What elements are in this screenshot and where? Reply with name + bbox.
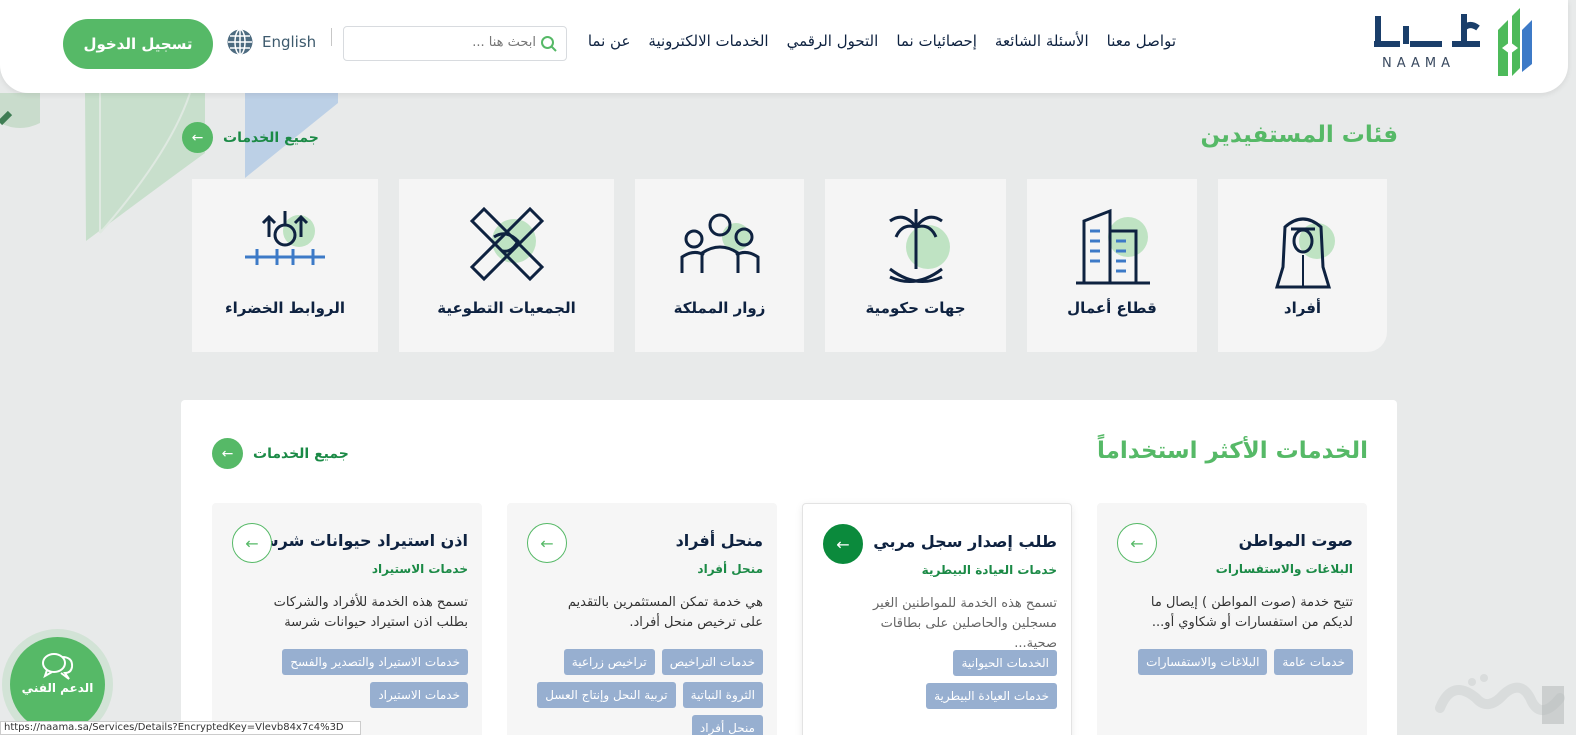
- category-government[interactable]: جهات حكومية: [825, 179, 1006, 352]
- search-input[interactable]: [356, 35, 536, 50]
- beneficiaries-title: فئات المستفيدين: [1200, 122, 1399, 148]
- nav-item-digital-transformation[interactable]: التحول الرقمي: [787, 32, 879, 50]
- service-tags: الخدمات الحيوانية خدمات العيادة البيطرية: [897, 650, 1057, 709]
- service-tags: خدمات التراخيص تراخيص زراعية الثروة النب…: [523, 649, 763, 735]
- service-tag[interactable]: تربية النحل وإنتاج العسل: [537, 682, 676, 708]
- language-label: English: [262, 33, 317, 51]
- service-card-individual-apiary[interactable]: منحل أفراد منحل أفراد هي خدمة تمكن المست…: [507, 503, 777, 735]
- service-tag[interactable]: خدمات العيادة البيطرية: [926, 683, 1057, 709]
- arrow-left-icon[interactable]: ←: [527, 523, 567, 563]
- service-description: تسمح هذه الخدمة للأفراد والشركات بطلب اذ…: [273, 595, 468, 630]
- watermark-logo: [1435, 674, 1565, 724]
- all-services-link[interactable]: جميع الخدمات ←: [182, 122, 319, 153]
- service-title: منحل أفراد: [675, 531, 763, 550]
- login-button[interactable]: تسجيل الدخول: [63, 19, 213, 69]
- most-used-title: الخدمات الأكثر استخداماً: [1097, 438, 1368, 464]
- service-subtitle: خدمات العيادة البيطرية: [921, 563, 1057, 577]
- service-tag[interactable]: خدمات الاستيراد: [370, 682, 468, 708]
- service-title: اذن استيراد حيوانات شرسة: [253, 531, 468, 550]
- support-label: الدعم الفني: [21, 681, 94, 695]
- service-tag[interactable]: الخدمات الحيوانية: [953, 650, 1057, 676]
- globe-icon: [227, 28, 253, 56]
- service-card-import-dangerous-animals[interactable]: اذن استيراد حيوانات شرسة خدمات الاستيراد…: [212, 503, 482, 735]
- arrow-left-icon[interactable]: ←: [232, 523, 272, 563]
- nav-item-contact[interactable]: تواصل معنا: [1107, 32, 1176, 50]
- service-tag[interactable]: خدمات التراخيص: [661, 649, 763, 675]
- category-label: الروابط الخضراء: [225, 299, 345, 317]
- category-volunteer-associations[interactable]: الجمعيات التطوعية: [399, 179, 614, 352]
- hands-together-icon: [469, 207, 544, 282]
- service-tag[interactable]: منحل أفراد: [691, 715, 763, 735]
- service-description: تتيح خدمة (صوت المواطن ) إيصال ما لديكم …: [1150, 595, 1353, 630]
- service-title: صوت المواطن: [1238, 531, 1353, 550]
- category-label: أفراد: [1283, 299, 1322, 317]
- category-individuals[interactable]: أفراد: [1218, 179, 1387, 352]
- category-label: الجمعيات التطوعية: [437, 299, 576, 317]
- service-card-breeder-record[interactable]: طلب إصدار سجل مربي خدمات العيادة البيطري…: [802, 503, 1072, 735]
- arrow-left-icon[interactable]: ←: [823, 524, 863, 564]
- technical-support-button[interactable]: الدعم الفني: [10, 637, 105, 732]
- service-subtitle: البلاغات والاستفسارات: [1215, 562, 1353, 576]
- arrow-left-icon[interactable]: ←: [1117, 523, 1157, 563]
- chat-bubbles-icon: [42, 653, 74, 680]
- all-services-link[interactable]: جميع الخدمات ←: [212, 438, 349, 469]
- search-icon[interactable]: [540, 35, 558, 53]
- people-group-icon: [680, 213, 759, 273]
- service-tag[interactable]: تراخيص زراعية: [563, 649, 655, 675]
- building-icon: [1076, 208, 1150, 285]
- service-tag[interactable]: الثروة النباتية: [682, 682, 763, 708]
- top-header: NAAMA عن نما الخدمات الالكترونية التحول …: [0, 0, 1568, 93]
- service-subtitle: منحل أفراد: [697, 562, 763, 576]
- service-tag[interactable]: خدمات الاستيراد والتصدير والفسح: [282, 649, 468, 675]
- logo-wordmark: NAAMA: [1382, 56, 1455, 71]
- nav-item-e-services[interactable]: الخدمات الالكترونية: [648, 32, 768, 50]
- all-services-label: جميع الخدمات: [223, 129, 319, 146]
- category-business[interactable]: قطاع أعمال: [1027, 179, 1197, 352]
- category-green-associations[interactable]: الروابط الخضراء: [192, 179, 378, 352]
- service-tag[interactable]: خدمات عامة: [1274, 649, 1353, 675]
- category-visitors[interactable]: زوار المملكة: [635, 179, 804, 352]
- category-label: قطاع أعمال: [1067, 299, 1157, 317]
- service-tags: خدمات الاستيراد والتصدير والفسح خدمات ال…: [268, 649, 468, 708]
- person-icon: [1274, 217, 1335, 289]
- category-label: زوار المملكة: [673, 299, 766, 317]
- search-box: [343, 26, 567, 61]
- service-tag[interactable]: البلاغات والاستفسارات: [1138, 649, 1268, 675]
- nav-item-faq[interactable]: الأسئلة الشائعة: [995, 32, 1089, 50]
- service-description: تسمح هذه الخدمة للمواطنين الغير مسجلين و…: [873, 596, 1057, 651]
- service-title: طلب إصدار سجل مربي: [873, 532, 1057, 551]
- palm-swords-icon: [888, 209, 950, 283]
- arrow-left-icon: ←: [212, 438, 243, 469]
- service-card-citizen-voice[interactable]: صوت المواطن البلاغات والاستفسارات تتيح خ…: [1097, 503, 1367, 735]
- main-nav: عن نما الخدمات الالكترونية التحول الرقمي…: [588, 32, 1176, 50]
- browser-status-url: https://naama.sa/Services/Details?Encryp…: [0, 721, 361, 735]
- language-switch[interactable]: English: [226, 28, 316, 56]
- service-subtitle: خدمات الاستيراد: [371, 562, 468, 576]
- service-description: هي خدمة تمكن المستثمرين بالتقديم على ترخ…: [567, 595, 763, 630]
- header-divider: [331, 28, 332, 46]
- nav-item-statistics[interactable]: إحصائيات نما: [896, 32, 977, 50]
- nav-item-about[interactable]: عن نما: [588, 32, 631, 50]
- green-network-icon: [245, 211, 325, 265]
- category-label: جهات حكومية: [865, 299, 966, 317]
- arrow-left-icon: ←: [182, 122, 213, 153]
- service-tags: خدمات عامة البلاغات والاستفسارات: [1113, 649, 1353, 675]
- all-services-label: جميع الخدمات: [253, 445, 349, 462]
